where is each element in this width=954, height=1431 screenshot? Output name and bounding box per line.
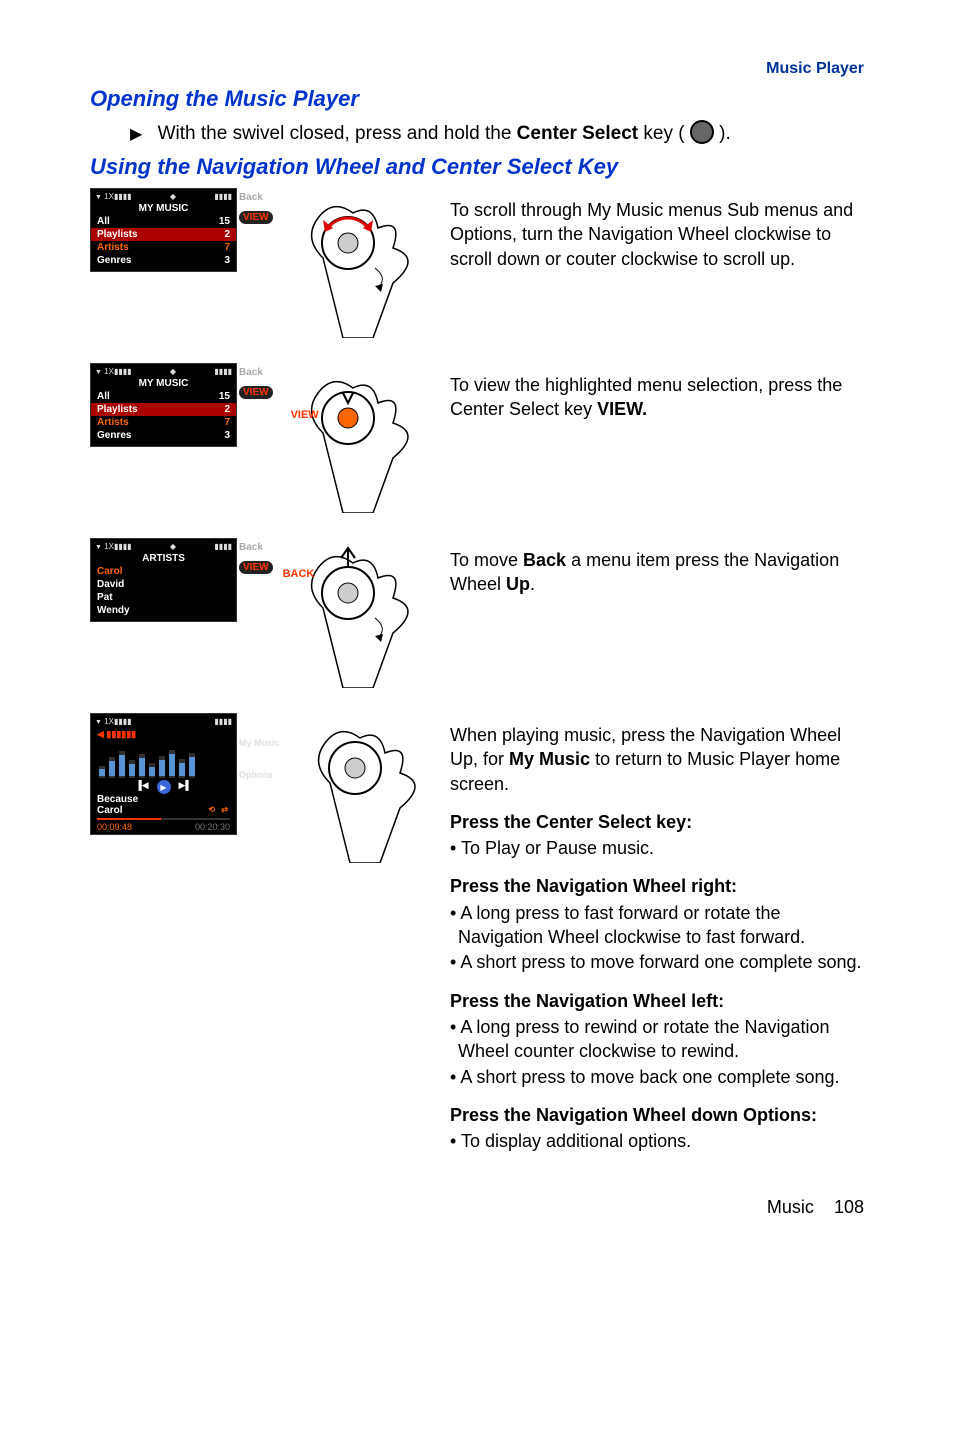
play-icon: ▶ — [157, 780, 171, 794]
menu-item: Carol — [91, 565, 236, 578]
repeat-icon: ⟲ ⇄ — [208, 805, 230, 814]
prev-icon: ▐◀ — [135, 780, 148, 794]
subheading-center-select: Press the Center Select key: — [450, 810, 864, 834]
intro-close: ). — [719, 123, 731, 144]
page-number: 108 — [834, 1197, 864, 1217]
subheading-nav-down: Press the Navigation Wheel down Options: — [450, 1103, 864, 1127]
equalizer-icon — [95, 744, 232, 778]
diamond-icon: ◆ — [170, 542, 176, 551]
signal-icon: ▼ 1X▮▮▮▮ — [95, 192, 132, 201]
instruction-text-3: To move Back a menu item press the Navig… — [450, 538, 864, 597]
phone-screen-2: ▼ 1X▮▮▮▮ ◆ ▮▮▮▮ MY MUSIC All15 Playlists… — [90, 363, 237, 447]
menu-item: Wendy — [91, 604, 236, 617]
soft-keys: Back VIEW — [239, 538, 273, 578]
hand-illustration: VIEW — [293, 363, 433, 513]
instruction-text-1: To scroll through My Music menus Sub men… — [450, 188, 864, 271]
phone-screen-3: ▼ 1X▮▮▮▮ ◆ ▮▮▮▮ ARTISTS Carol David Pat … — [90, 538, 237, 622]
signal-icon: ▼ 1X▮▮▮▮ — [95, 717, 132, 726]
time-elapsed: 00:09:48 — [97, 822, 132, 832]
softkey-back: Back — [239, 542, 273, 553]
list-item: To display additional options. — [450, 1129, 864, 1153]
section-title-opening: Opening the Music Player — [90, 86, 864, 112]
menu-item: Artists7 — [91, 416, 236, 429]
soft-keys: Back VIEW — [239, 188, 273, 228]
playback-controls: ▐◀ ▶ ▶▌ — [91, 780, 236, 794]
intro-pre: With the swivel closed, press and hold t… — [158, 123, 517, 144]
header-link[interactable]: Music Player — [90, 60, 864, 78]
battery-icon: ▮▮▮▮ — [214, 717, 232, 726]
phone-screen-4: ▼ 1X▮▮▮▮ ▮▮▮▮ ◀ ▮▮▮▮▮▮ ▐◀ ▶ — [90, 713, 237, 835]
signal-icon: ▼ 1X▮▮▮▮ — [95, 367, 132, 376]
intro-key: Center Select — [517, 123, 638, 144]
list-item: To Play or Pause music. — [450, 836, 864, 860]
instruction-row-3: ▼ 1X▮▮▮▮ ◆ ▮▮▮▮ ARTISTS Carol David Pat … — [90, 538, 864, 688]
subheading-nav-left: Press the Navigation Wheel left: — [450, 989, 864, 1013]
volume-icon: ◀ ▮▮▮▮▮▮ — [91, 727, 236, 742]
menu-item: All15 — [91, 390, 236, 403]
screen-title: MY MUSIC — [91, 377, 236, 390]
intro-line: ▶ With the swivel closed, press and hold… — [130, 122, 864, 146]
menu-item: Pat — [91, 591, 236, 604]
softkey-back: Back — [239, 192, 273, 203]
center-select-key-icon — [690, 120, 714, 144]
instruction-text-2: To view the highlighted menu selection, … — [450, 363, 864, 422]
instruction-row-4: ▼ 1X▮▮▮▮ ▮▮▮▮ ◀ ▮▮▮▮▮▮ ▐◀ ▶ — [90, 713, 864, 1157]
phone-screen-1: ▼ 1X▮▮▮▮ ◆ ▮▮▮▮ MY MUSIC All15 Playlists… — [90, 188, 237, 272]
battery-icon: ▮▮▮▮ — [214, 367, 232, 376]
hand-illustration — [293, 188, 433, 338]
instruction-text-4: When playing music, press the Navigation… — [450, 713, 864, 1157]
menu-item-selected: Playlists2 — [91, 403, 236, 416]
list-item: A short press to move back one complete … — [450, 1065, 864, 1089]
diamond-icon: ◆ — [170, 367, 176, 376]
subheading-nav-right: Press the Navigation Wheel right: — [450, 874, 864, 898]
wheel-label-back: BACK — [283, 568, 315, 580]
hand-illustration — [300, 713, 440, 863]
page-footer: Music 108 — [90, 1197, 864, 1218]
menu-item: Artists7 — [91, 241, 236, 254]
hand-illustration: BACK — [293, 538, 433, 688]
instruction-row-2: ▼ 1X▮▮▮▮ ◆ ▮▮▮▮ MY MUSIC All15 Playlists… — [90, 363, 864, 513]
menu-item: David — [91, 578, 236, 591]
softkey-mymusic: My Music — [239, 738, 280, 748]
battery-icon: ▮▮▮▮ — [214, 542, 232, 551]
screen-title: MY MUSIC — [91, 202, 236, 215]
arrow-icon: ▶ — [130, 124, 142, 144]
softkey-view: VIEW — [239, 211, 273, 224]
section-name: Music — [767, 1197, 814, 1217]
section-title-nav: Using the Navigation Wheel and Center Se… — [90, 154, 864, 180]
progress-bar — [97, 818, 230, 820]
screen-title: ARTISTS — [91, 552, 236, 565]
soft-keys: My Music Options — [239, 713, 280, 784]
softkey-options: Options — [239, 770, 280, 780]
softkey-back: Back — [239, 367, 273, 378]
song-title: Because — [91, 794, 236, 805]
soft-keys: Back VIEW — [239, 363, 273, 403]
time-row: 00:09:48 00:20:30 — [91, 822, 236, 832]
diamond-icon: ◆ — [170, 192, 176, 201]
menu-item: All15 — [91, 215, 236, 228]
list-item: A long press to fast forward or rotate t… — [450, 901, 864, 950]
menu-item: Genres3 — [91, 429, 236, 442]
instruction-row-1: ▼ 1X▮▮▮▮ ◆ ▮▮▮▮ MY MUSIC All15 Playlists… — [90, 188, 864, 338]
list-item: A long press to rewind or rotate the Nav… — [450, 1015, 864, 1064]
intro-after: key ( — [643, 123, 684, 144]
softkey-view: VIEW — [239, 386, 273, 399]
softkey-view: VIEW — [239, 561, 273, 574]
battery-icon: ▮▮▮▮ — [214, 192, 232, 201]
menu-item: Genres3 — [91, 254, 236, 267]
list-item: A short press to move forward one comple… — [450, 950, 864, 974]
song-artist: Carol ⟲ ⇄ — [91, 805, 236, 816]
signal-icon: ▼ 1X▮▮▮▮ — [95, 542, 132, 551]
wheel-label-view: VIEW — [291, 409, 319, 421]
time-total: 00:20:30 — [195, 822, 230, 832]
menu-item-selected: Playlists2 — [91, 228, 236, 241]
next-icon: ▶▌ — [179, 780, 192, 794]
